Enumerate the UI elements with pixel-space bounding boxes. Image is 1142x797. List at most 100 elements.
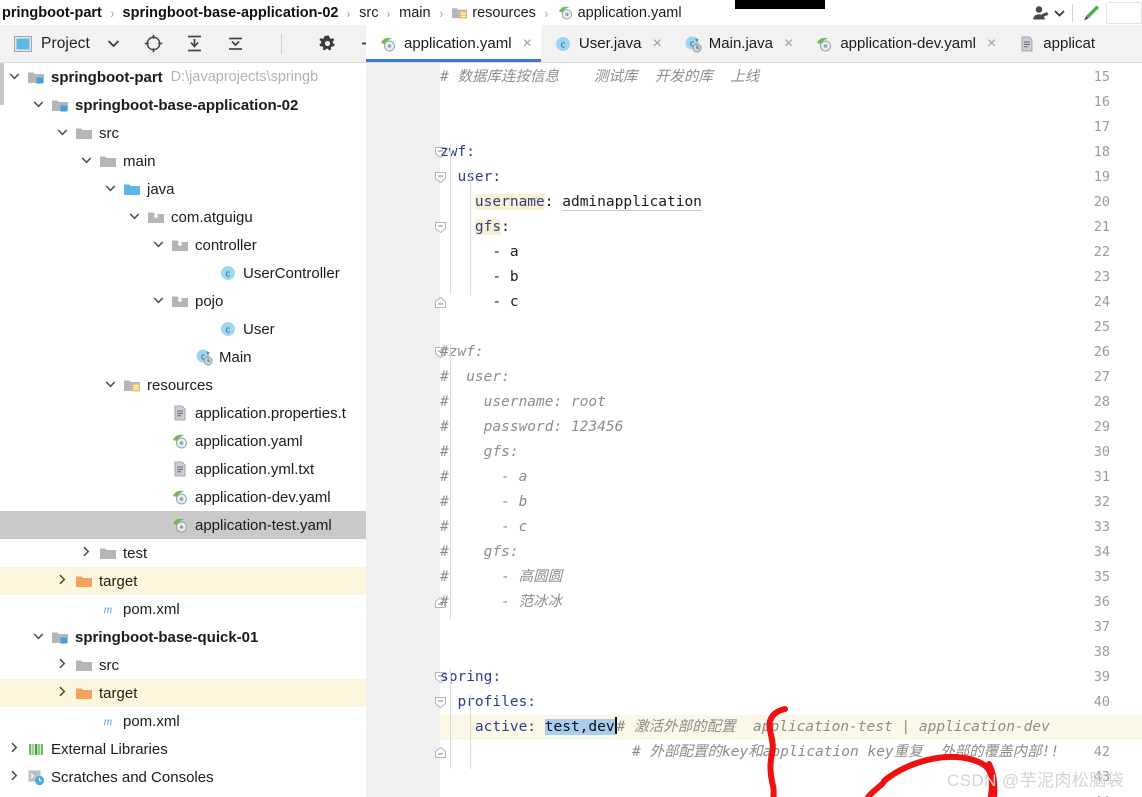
chevron-right-icon[interactable] <box>54 658 70 672</box>
chevron-down-icon[interactable] <box>6 71 22 83</box>
chevron-down-icon[interactable] <box>150 295 166 307</box>
chevron-down-icon[interactable] <box>102 183 118 195</box>
collapse-all-icon[interactable] <box>226 34 245 53</box>
tree-row-pom-xml[interactable]: m pom.xml <box>0 707 366 735</box>
chevron-down-icon[interactable] <box>30 99 46 111</box>
tree-row-user[interactable]: c User <box>0 315 366 343</box>
chevron-down-icon[interactable] <box>78 155 94 167</box>
chevron-down-icon[interactable] <box>102 379 118 391</box>
close-icon[interactable]: × <box>652 35 661 52</box>
tree-row-springboot-base-quick-01[interactable]: springboot-base-quick-01 <box>0 623 366 651</box>
tree-row-pom-xml[interactable]: m pom.xml <box>0 595 366 623</box>
tree-row-main[interactable]: c Main <box>0 343 366 371</box>
tree-row-springboot-part[interactable]: springboot-part D:\javaprojects\springb <box>0 63 366 91</box>
chevron-down-icon[interactable] <box>54 127 70 139</box>
yaml-key: zwf: <box>440 144 475 160</box>
tree-row-usercontroller[interactable]: c UserController <box>0 259 366 287</box>
locate-target-icon[interactable] <box>144 34 163 53</box>
editor-tab-applicat[interactable]: applicat <box>1005 25 1104 62</box>
chevron-right-icon[interactable] <box>54 574 70 588</box>
tree-row-java[interactable]: java <box>0 175 366 203</box>
breadcrumb-item-5[interactable]: application.yaml <box>555 4 684 21</box>
code-line-22[interactable]: - a <box>440 240 518 265</box>
tree-row-src[interactable]: src <box>0 119 366 147</box>
close-icon[interactable]: × <box>987 35 996 52</box>
tree-row-scratches-and-consoles[interactable]: Scratches and Consoles <box>0 763 366 791</box>
tree-row-springboot-base-application-02[interactable]: springboot-base-application-02 <box>0 91 366 119</box>
project-panel-title: Project <box>41 34 90 52</box>
tree-row-application-dev-yaml[interactable]: application-dev.yaml <box>0 483 366 511</box>
tree-row-src[interactable]: src <box>0 651 366 679</box>
code-line-23[interactable]: - b <box>440 265 518 290</box>
line-number: 34 <box>1093 544 1110 560</box>
code-line-30[interactable]: # gfs: <box>440 440 519 465</box>
code-line-26[interactable]: #zwf: <box>440 340 484 365</box>
tree-row-com-atguigu[interactable]: com.atguigu <box>0 203 366 231</box>
chevron-right-icon[interactable] <box>78 546 94 560</box>
breadcrumb-item-label: resources <box>472 5 536 21</box>
code-line-28[interactable]: # username: root <box>440 390 606 415</box>
code-line-36[interactable]: # - 范冰冰 <box>440 590 562 615</box>
editor-tab-main-java[interactable]: c Main.java × <box>671 25 803 62</box>
chevron-right-icon[interactable] <box>6 742 22 756</box>
chevron-down-icon[interactable] <box>150 239 166 251</box>
code-comment: # password: 123456 <box>440 419 624 435</box>
svg-text:m: m <box>104 602 113 616</box>
breadcrumb-item-3[interactable]: main <box>397 5 432 21</box>
csdn-watermark: CSDN @芋泥肉松脑袋 <box>947 771 1124 790</box>
tree-row-controller[interactable]: controller <box>0 231 366 259</box>
tree-row-resources[interactable]: resources <box>0 371 366 399</box>
wrench-icon[interactable] <box>1080 3 1102 23</box>
code-line-18[interactable]: zwf: <box>440 140 475 165</box>
expand-all-icon[interactable] <box>185 34 204 53</box>
tree-row-main[interactable]: main <box>0 147 366 175</box>
gear-icon[interactable] <box>318 34 337 53</box>
tree-row-target[interactable]: target <box>0 679 366 707</box>
code-line-33[interactable]: # - c <box>440 515 527 540</box>
code-editor[interactable]: 15 16 17 18 19 20 21 22 23 24 25 26 27 28 29 30 31 32 33 34… <box>366 63 1142 797</box>
chevron-down-icon[interactable] <box>30 631 46 643</box>
code-line-32[interactable]: # - b <box>440 490 527 515</box>
breadcrumb-item-4[interactable]: resources <box>449 4 538 21</box>
code-line-41[interactable]: active: test,dev # 激活外部的配置 application-te… <box>440 715 1050 740</box>
line-number: 24 <box>1093 294 1110 310</box>
breadcrumb-item-0[interactable]: pringboot-part <box>0 5 104 21</box>
editor-tab-application-dev-yaml[interactable]: application-dev.yaml × <box>802 25 1005 62</box>
breadcrumb-item-2[interactable]: src <box>357 5 380 21</box>
chevron-down-icon[interactable] <box>1054 9 1065 17</box>
tree-row-target[interactable]: target <box>0 567 366 595</box>
chevron-right-icon[interactable] <box>54 686 70 700</box>
code-line-34[interactable]: # gfs: <box>440 540 519 565</box>
code-line-15[interactable]: # 数据库连按信息 测试库 开发的库 上线 <box>440 65 759 90</box>
tree-row-application-properties-t[interactable]: application.properties.t <box>0 399 366 427</box>
project-tree[interactable]: springboot-part D:\javaprojects\springb sp… <box>0 63 366 797</box>
code-comment: #zwf: <box>440 344 484 360</box>
tree-row-test[interactable]: test <box>0 539 366 567</box>
chevron-right-icon[interactable] <box>6 770 22 784</box>
editor-tab-user-java[interactable]: c User.java × <box>541 25 671 62</box>
tree-row-application-test-yaml[interactable]: application-test.yaml <box>0 511 366 539</box>
tree-row-label: External Libraries <box>51 740 168 758</box>
code-line-24[interactable]: - c <box>440 290 518 315</box>
editor-tab-application-yaml[interactable]: application.yaml × <box>366 25 541 62</box>
code-line-35[interactable]: # - 高圆圆 <box>440 565 562 590</box>
tree-row-application-yml-txt[interactable]: application.yml.txt <box>0 455 366 483</box>
close-icon[interactable]: × <box>523 35 532 52</box>
user-avatar-icon[interactable] <box>1031 4 1051 22</box>
toolbar-white-chip[interactable] <box>1106 1 1142 24</box>
code-line-31[interactable]: # - a <box>440 465 527 490</box>
tree-row-application-yaml[interactable]: application.yaml <box>0 427 366 455</box>
tree-row-pojo[interactable]: pojo <box>0 287 366 315</box>
code-line-42[interactable]: # 外部配置的key和application key重复 外部的覆盖内部!! <box>440 740 1059 765</box>
breadcrumb-item-1[interactable]: springboot-base-application-02 <box>121 5 341 21</box>
line-number: 22 <box>1093 244 1110 260</box>
line-number: 28 <box>1093 394 1110 410</box>
code-line-29[interactable]: # password: 123456 <box>440 415 623 440</box>
close-icon[interactable]: × <box>784 35 793 52</box>
chevron-down-icon[interactable] <box>107 35 120 53</box>
tree-scrollbar[interactable] <box>0 63 4 105</box>
chevron-down-icon[interactable] <box>126 211 142 223</box>
code-line-20[interactable]: username: adminapplication <box>440 190 702 215</box>
tree-row-external-libraries[interactable]: External Libraries <box>0 735 366 763</box>
code-line-40[interactable]: profiles: <box>440 690 536 715</box>
